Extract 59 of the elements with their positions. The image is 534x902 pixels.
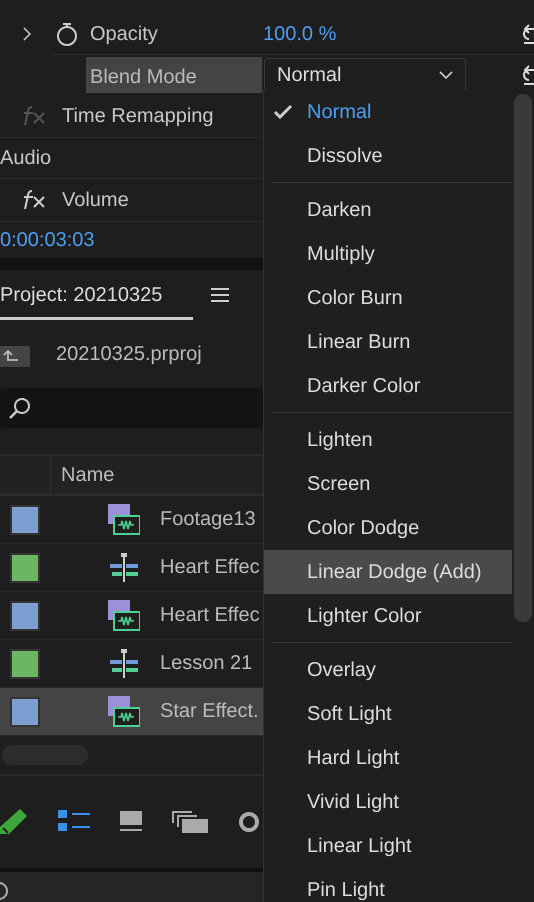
pencil-icon[interactable]: [0, 808, 28, 836]
selected-row[interactable]: Star Effect.: [0, 688, 263, 736]
menu-item[interactable]: Soft Light: [264, 692, 512, 736]
project-tab[interactable]: Project: 20210325: [0, 270, 193, 320]
freeform-view-icon[interactable]: [172, 811, 208, 833]
item-name: Heart Effec: [160, 604, 260, 627]
label-swatch[interactable]: [10, 696, 40, 726]
sequence-icon: [108, 552, 140, 584]
sequence-icon: [108, 648, 140, 680]
icon-view-icon[interactable]: [120, 811, 142, 833]
menu-item[interactable]: Hard Light: [264, 736, 512, 780]
checkmark-icon: [273, 104, 293, 120]
property-label: Blend Mode: [86, 57, 262, 93]
scrollbar[interactable]: [514, 94, 532, 622]
menu-item[interactable]: Linear Light: [264, 824, 512, 868]
effect-name: Volume: [62, 188, 129, 212]
item-name: Footage13: [160, 508, 256, 531]
menu-item[interactable]: Screen: [264, 462, 512, 506]
label-swatch[interactable]: [10, 504, 40, 534]
menu-item[interactable]: Normal: [264, 90, 512, 134]
menu-item[interactable]: Pin Light: [264, 868, 512, 902]
label-swatch[interactable]: [10, 648, 40, 678]
menu-item[interactable]: Multiply: [264, 232, 512, 276]
opacity-value[interactable]: 100.0 %: [263, 22, 336, 46]
reset-icon[interactable]: [522, 63, 534, 87]
menu-item[interactable]: Lighten: [264, 418, 512, 462]
list-view-icon[interactable]: [58, 810, 90, 834]
caret-icon: [439, 71, 453, 79]
reset-icon[interactable]: [522, 22, 534, 46]
clip-icon: [108, 600, 140, 632]
section-heading: Audio: [0, 146, 52, 170]
clip-icon: [108, 696, 140, 728]
menu-item[interactable]: Lighter Color: [264, 594, 512, 638]
item-name: Star Effect.: [160, 700, 259, 723]
label-swatch[interactable]: [10, 600, 40, 630]
menu-item[interactable]: Overlay: [264, 648, 512, 692]
menu-item[interactable]: Color Burn: [264, 276, 512, 320]
menu-item[interactable]: Darken: [264, 188, 512, 232]
effect-name: Time Remapping: [62, 104, 214, 128]
menu-item[interactable]: Darker Color: [264, 364, 512, 408]
menu-item[interactable]: Color Dodge: [264, 506, 512, 550]
search-field[interactable]: [0, 388, 263, 428]
menu-item[interactable]: Linear Dodge (Add): [264, 550, 512, 594]
item-name: Lesson 21: [160, 652, 252, 675]
stopwatch-icon[interactable]: [55, 21, 79, 47]
label-swatch[interactable]: [10, 552, 40, 582]
project-file-name: 20210325.prproj: [56, 342, 202, 366]
item-name: Heart Effec: [160, 556, 260, 579]
property-label: Opacity: [90, 22, 159, 46]
menu-item[interactable]: Vivid Light: [264, 780, 512, 824]
clip-icon: [108, 504, 140, 536]
chevron-right-icon[interactable]: [22, 26, 32, 42]
timecode[interactable]: 0:00:03:03: [0, 228, 95, 252]
menu-icon[interactable]: [211, 288, 229, 302]
column-header[interactable]: Name: [61, 464, 114, 486]
circle-icon[interactable]: [238, 811, 260, 833]
menu-item[interactable]: Dissolve: [264, 134, 512, 178]
menu-item[interactable]: Linear Burn: [264, 320, 512, 364]
search-icon: [8, 396, 32, 420]
